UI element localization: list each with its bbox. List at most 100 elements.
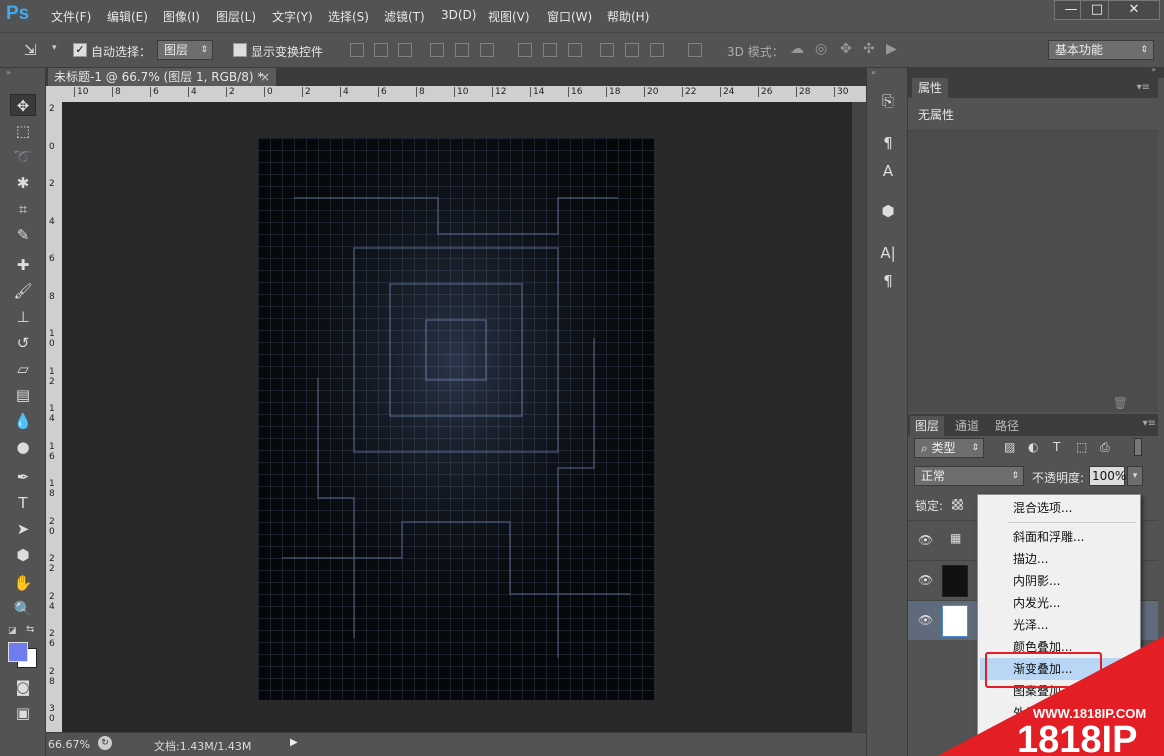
trash-icon[interactable]: 🗑 [1113, 396, 1128, 410]
align-vcenter-icon[interactable] [374, 43, 388, 57]
menu-item-bevel-emboss[interactable]: 斜面和浮雕... [980, 526, 1138, 548]
menu-item-stroke[interactable]: 描边... [980, 548, 1138, 570]
move-tool-icon[interactable]: ⇲ [24, 41, 37, 59]
tab-layers[interactable]: 图层 [910, 416, 945, 436]
auto-select-target-dropdown[interactable]: 图层 ⇕ [157, 40, 213, 60]
align-left-icon[interactable] [430, 43, 444, 57]
character-style-icon[interactable]: A [877, 160, 899, 182]
menu-view[interactable]: 视图(V) [488, 8, 530, 25]
default-colors-icon[interactable]: ◪ [8, 626, 17, 636]
show-transform-checkbox[interactable] [233, 43, 247, 57]
hand-tool-icon[interactable]: ✋ [10, 572, 36, 594]
tab-properties[interactable]: 属性 [912, 78, 949, 98]
gradient-tool-icon[interactable]: ▤ [10, 384, 36, 406]
filter-pixel-icon[interactable]: ▨ [1004, 440, 1015, 454]
blur-tool-icon[interactable]: 💧 [10, 410, 36, 432]
document-canvas[interactable] [258, 138, 654, 700]
path-selection-tool-icon[interactable]: ➤ [10, 518, 36, 540]
clone-stamp-tool-icon[interactable]: ⊥ [10, 306, 36, 328]
menu-item-inner-shadow[interactable]: 内阴影... [980, 570, 1138, 592]
paragraph-panel-icon[interactable]: ¶ [877, 270, 899, 292]
visibility-eye-icon[interactable]: 👁 [918, 573, 933, 587]
dodge-tool-icon[interactable]: ● [10, 436, 36, 458]
distribute-hcenter-icon[interactable] [625, 43, 639, 57]
filter-toggle[interactable] [1134, 438, 1142, 456]
quick-mask-icon[interactable]: ◙ [10, 676, 36, 698]
zoom-level[interactable]: 66.67% [48, 738, 90, 751]
auto-select-checkbox[interactable]: ✓ [73, 43, 87, 57]
document-tab[interactable]: 未标题-1 @ 66.7% (图层 1, RGB/8) * × [48, 68, 276, 86]
distribute-bottom-icon[interactable] [568, 43, 582, 57]
share-icon[interactable]: ↻ [98, 736, 112, 750]
tab-paths[interactable]: 路径 [990, 416, 1024, 436]
filter-shape-icon[interactable]: ⬚ [1076, 440, 1087, 454]
menu-item-inner-glow[interactable]: 内发光... [980, 592, 1138, 614]
menu-image[interactable]: 图像(I) [163, 8, 200, 25]
align-bottom-icon[interactable] [398, 43, 412, 57]
history-panel-icon[interactable]: ⎘ [877, 90, 899, 112]
zoom-tool-icon[interactable]: 🔍 [10, 598, 36, 620]
3d-slide-icon[interactable]: ✣ [863, 41, 875, 57]
visibility-eye-icon[interactable]: 👁 [918, 533, 933, 547]
foreground-color-swatch[interactable] [8, 642, 28, 662]
auto-align-icon[interactable] [688, 43, 702, 57]
filter-smart-object-icon[interactable]: ⎙ [1100, 440, 1110, 455]
healing-brush-tool-icon[interactable]: ✚ [10, 254, 36, 276]
layers-panel-menu-icon[interactable]: ▾≡ [1143, 418, 1156, 429]
3d-panel-icon[interactable]: ⬢ [877, 200, 899, 222]
3d-roll-icon[interactable]: ◎ [815, 41, 827, 57]
filter-adjustment-icon[interactable]: ◐ [1028, 440, 1038, 454]
distribute-top-icon[interactable] [518, 43, 532, 57]
expand-panels-icon[interactable]: » [1151, 65, 1156, 74]
layer-filter-dropdown[interactable]: ⌕ 类型 ⇕ [914, 438, 984, 458]
screen-mode-icon[interactable]: ▣ [10, 702, 36, 724]
filter-type-icon[interactable]: T [1053, 440, 1060, 454]
distribute-vcenter-icon[interactable] [543, 43, 557, 57]
align-top-icon[interactable] [350, 43, 364, 57]
distribute-left-icon[interactable] [600, 43, 614, 57]
lasso-tool-icon[interactable]: ➰ [10, 146, 36, 168]
menu-window[interactable]: 窗口(W) [547, 8, 592, 25]
collapse-toolbox-icon[interactable]: » [6, 68, 11, 77]
type-tool-icon[interactable]: T [10, 492, 36, 514]
3d-drag-icon[interactable]: ✥ [840, 41, 852, 57]
status-menu-arrow-icon[interactable]: ▶ [290, 737, 298, 748]
align-right-icon[interactable] [480, 43, 494, 57]
workspace-dropdown[interactable]: 基本功能 ⇕ [1048, 40, 1154, 60]
menu-select[interactable]: 选择(S) [328, 8, 369, 25]
history-brush-tool-icon[interactable]: ↺ [10, 332, 36, 354]
character-panel-icon[interactable]: A| [877, 242, 899, 264]
tab-channels[interactable]: 通道 [950, 416, 984, 436]
opacity-dropdown-icon[interactable]: ▾ [1127, 466, 1143, 486]
align-hcenter-icon[interactable] [455, 43, 469, 57]
visibility-eye-icon[interactable]: 👁 [918, 613, 933, 627]
pen-tool-icon[interactable]: ✒ [10, 466, 36, 488]
paragraph-style-icon[interactable]: ¶ [877, 132, 899, 154]
eraser-tool-icon[interactable]: ▱ [10, 358, 36, 380]
menu-layer[interactable]: 图层(L) [216, 8, 256, 25]
3d-scale-icon[interactable]: ▶ [886, 41, 897, 57]
swap-colors-icon[interactable]: ⇆ [26, 624, 34, 635]
eyedropper-tool-icon[interactable]: ✎ [10, 224, 36, 246]
marquee-tool-icon[interactable]: ⬚ [10, 120, 36, 142]
menu-item-satin[interactable]: 光泽... [980, 614, 1138, 636]
opacity-field[interactable]: 100% [1089, 466, 1126, 486]
lock-transparency-icon[interactable] [952, 499, 963, 510]
blend-mode-dropdown[interactable]: 正常 ⇕ [914, 466, 1024, 486]
close-window-button[interactable]: ✕ [1108, 0, 1160, 20]
collapse-panels-icon[interactable]: « [871, 68, 876, 77]
menu-3d[interactable]: 3D(D) [441, 8, 476, 22]
menu-item-blending-options[interactable]: 混合选项... [980, 497, 1138, 519]
brush-tool-icon[interactable]: 🖌 [10, 280, 36, 302]
menu-file[interactable]: 文件(F) [51, 8, 91, 25]
magic-wand-tool-icon[interactable]: ✱ [10, 172, 36, 194]
move-tool-icon[interactable]: ✥ [10, 94, 36, 116]
vertical-scrollbar[interactable] [852, 102, 866, 732]
panel-menu-icon[interactable]: ▾≡ [1131, 78, 1156, 98]
distribute-right-icon[interactable] [650, 43, 664, 57]
menu-edit[interactable]: 编辑(E) [107, 8, 148, 25]
menu-type[interactable]: 文字(Y) [272, 8, 313, 25]
menu-help[interactable]: 帮助(H) [607, 8, 649, 25]
crop-tool-icon[interactable]: ⌗ [10, 198, 36, 220]
tool-preset-dropdown-icon[interactable]: ▾ [52, 43, 57, 53]
